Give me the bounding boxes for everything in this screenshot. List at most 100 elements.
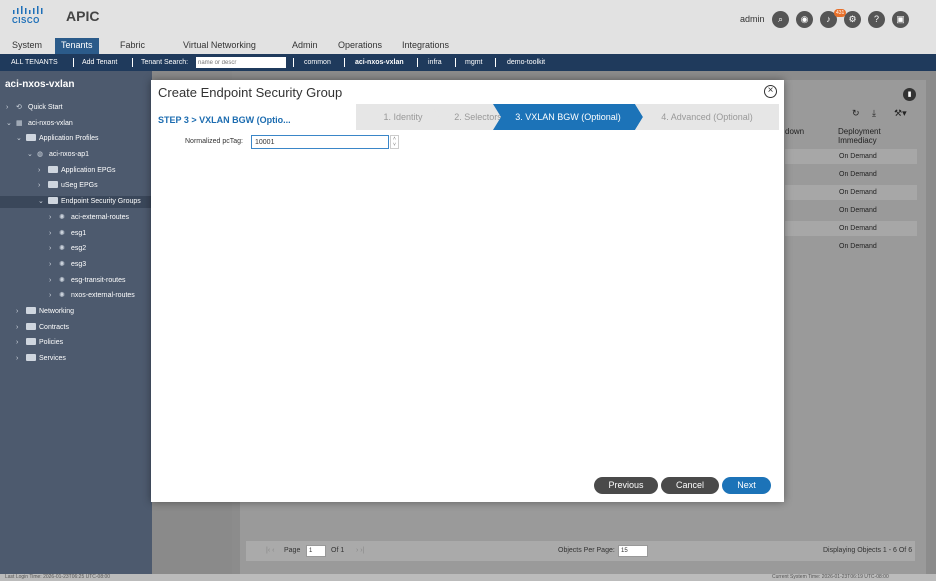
feedback-icon[interactable]: ▣	[892, 11, 909, 28]
column-header-deployment-immediacy[interactable]: Deployment Immediacy	[838, 127, 898, 145]
folder-icon	[26, 354, 36, 361]
tools-icon[interactable]: ⚒▾	[894, 108, 907, 119]
table-row[interactable]: On Demand	[785, 167, 917, 182]
tenant-link-infra[interactable]: infra	[428, 54, 442, 71]
tree-item-networking[interactable]: › Networking	[16, 306, 74, 318]
tab-operations[interactable]: Operations	[332, 38, 388, 54]
chevron-right-icon: ›	[6, 104, 9, 111]
pctag-stepper[interactable]: ˄ ˅	[390, 135, 399, 149]
divider	[455, 58, 456, 67]
tree-item-esg[interactable]: › ✺ esg3	[49, 259, 86, 271]
tree-item-contracts[interactable]: › Contracts	[16, 322, 69, 334]
tree-item-useg-epgs[interactable]: › uSeg EPGs	[38, 180, 98, 192]
page-number-input[interactable]: 1	[306, 545, 326, 557]
tree-item-application-epgs[interactable]: › Application EPGs	[38, 165, 115, 177]
help-icon[interactable]: ?	[868, 11, 885, 28]
user-name[interactable]: admin	[740, 14, 765, 24]
chevron-down-icon: ⌄	[27, 151, 33, 158]
tenant-link-common[interactable]: common	[304, 54, 331, 71]
page-of-label: Of 1	[331, 547, 345, 554]
table-row[interactable]: On Demand	[785, 239, 917, 254]
tree-item-esg[interactable]: › ✺ nxos-external-routes	[49, 290, 135, 302]
tenant-link-mgmt[interactable]: mgmt	[465, 54, 483, 71]
normalized-pctag-input[interactable]	[251, 135, 389, 149]
tree-item-esg[interactable]: › ✺ esg2	[49, 243, 86, 255]
previous-button[interactable]: Previous	[594, 477, 658, 494]
table-row[interactable]: On Demand	[785, 221, 917, 236]
chevron-right-icon: ›	[49, 261, 52, 268]
table-row[interactable]: On Demand	[785, 185, 917, 200]
tree-item-services[interactable]: › Services	[16, 353, 66, 365]
app-title: APIC	[66, 8, 100, 24]
chevron-down-icon: ⌄	[16, 135, 22, 142]
table-row[interactable]: On Demand	[785, 149, 917, 164]
chevron-right-icon: ›	[16, 308, 19, 315]
tree-item-esg[interactable]: › ✺ aci-external-routes	[49, 212, 129, 224]
folder-icon	[48, 166, 58, 173]
chevron-right-icon: ›	[38, 167, 41, 174]
table-pager: |‹ ‹ Page 1 Of 1 › ›| Objects Per Page: …	[246, 541, 915, 561]
normalized-pctag-label: Normalized pcTag:	[185, 138, 243, 145]
wizard-step-vxlan-bgw[interactable]: 3. VXLAN BGW (Optional)	[493, 104, 643, 130]
tab-admin[interactable]: Admin	[286, 38, 324, 54]
tenant-search-input[interactable]	[196, 57, 286, 68]
close-icon[interactable]: ×	[764, 85, 777, 98]
all-tenants-link[interactable]: ALL TENANTS	[11, 54, 58, 71]
esg-icon: ✺	[59, 214, 65, 221]
gear-icon[interactable]: ⚙	[844, 11, 861, 28]
per-page-select[interactable]: 15	[618, 545, 648, 557]
tab-tenants[interactable]: Tenants	[55, 38, 99, 54]
esg-icon: ✺	[59, 230, 65, 237]
chevron-down-icon: ⌄	[38, 198, 44, 205]
folder-icon	[48, 181, 58, 188]
tenant-icon: ▦	[16, 120, 23, 127]
tab-fabric[interactable]: Fabric	[114, 38, 151, 54]
chevron-right-icon: ›	[49, 230, 52, 237]
esg-icon: ✺	[59, 261, 65, 268]
divider	[495, 58, 496, 67]
tree-item-ap1[interactable]: ⌄ ◍ aci-nxos-ap1	[27, 149, 89, 161]
tree-item-tenant[interactable]: ⌄ ▦ aci-nxos-vxlan	[6, 118, 73, 130]
chevron-right-icon: ›	[16, 339, 19, 346]
tree-item-esg[interactable]: › ✺ esg-transit-routes	[49, 275, 125, 287]
first-page-icon[interactable]: |‹ ‹	[266, 547, 274, 554]
next-button[interactable]: Next	[722, 477, 771, 494]
column-header-partial: down	[785, 127, 805, 136]
next-page-icon[interactable]: › ›|	[356, 547, 364, 554]
wizard-step-advanced[interactable]: 4. Advanced (Optional)	[635, 104, 779, 130]
tab-virtual-networking[interactable]: Virtual Networking	[177, 38, 262, 54]
divider	[132, 58, 133, 67]
chevron-right-icon: ›	[49, 292, 52, 299]
navigation-sidebar: aci-nxos-vxlan › ⟲ Quick Start ⌄ ▦ aci-nxos-…	[0, 71, 152, 574]
tree-item-quick-start[interactable]: › ⟲ Quick Start	[6, 102, 63, 114]
bookmark-icon[interactable]: ▮	[903, 88, 916, 101]
refresh-icon[interactable]: ↻	[852, 108, 860, 119]
divider	[73, 58, 74, 67]
tenant-link-aci-nxos-vxlan[interactable]: aci-nxos-vxlan	[355, 54, 404, 71]
cancel-button[interactable]: Cancel	[661, 477, 719, 494]
table-row[interactable]: On Demand	[785, 203, 917, 218]
tenant-subnav: ALL TENANTS Add Tenant Tenant Search: co…	[0, 54, 936, 71]
add-tenant-link[interactable]: Add Tenant	[82, 54, 117, 71]
folder-icon	[26, 338, 36, 345]
chevron-down-icon: ⌄	[6, 120, 12, 127]
tree-item-application-profiles[interactable]: ⌄ Application Profiles	[16, 133, 99, 145]
tree-item-policies[interactable]: › Policies	[16, 337, 63, 349]
search-icon[interactable]: ⌕	[772, 11, 789, 28]
chevron-right-icon: ›	[16, 324, 19, 331]
folder-icon	[48, 197, 58, 204]
status-bar: Last Login Time: 2026-01-23T06:25 UTC-08…	[0, 574, 936, 581]
tree-item-endpoint-security-groups[interactable]: ⌄ Endpoint Security Groups	[0, 196, 152, 208]
esg-icon: ✺	[59, 277, 65, 284]
download-icon[interactable]: ⤓	[872, 108, 876, 119]
server-time-text: Current System Time: 2026-01-23T06:19 UT…	[772, 574, 889, 580]
video-icon[interactable]: ◉	[796, 11, 813, 28]
step-label: STEP 3 > VXLAN BGW (Optio...	[158, 115, 291, 125]
tab-system[interactable]: System	[6, 38, 48, 54]
last-login-text: Last Login Time: 2026-01-23T06:25 UTC-08…	[5, 574, 111, 580]
tree-item-esg[interactable]: › ✺ esg1	[49, 228, 86, 240]
esg-icon: ✺	[59, 292, 65, 299]
esg-icon: ✺	[59, 245, 65, 252]
tab-integrations[interactable]: Integrations	[396, 38, 455, 54]
tenant-link-demo-toolkit[interactable]: demo-toolkit	[507, 54, 545, 71]
